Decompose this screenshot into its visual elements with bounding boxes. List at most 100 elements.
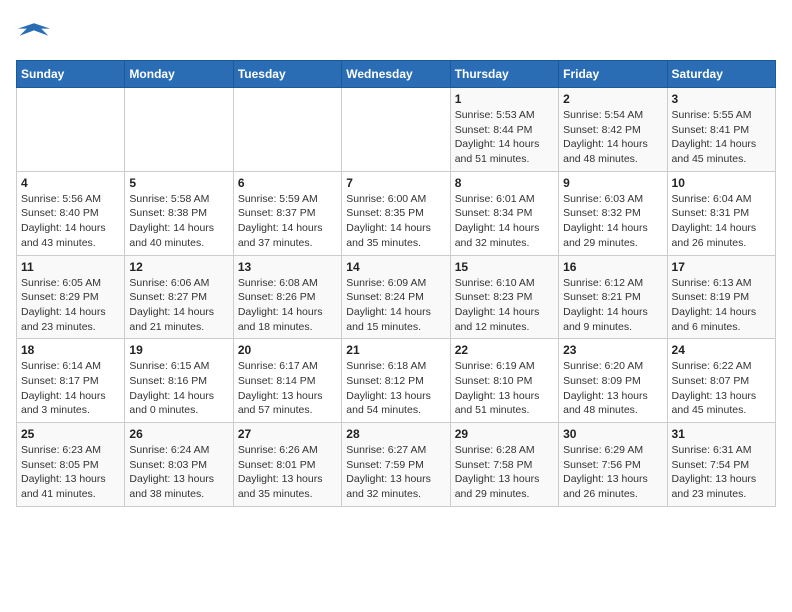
day-detail: Sunrise: 6:26 AM Sunset: 8:01 PM Dayligh…	[238, 443, 337, 502]
day-detail: Sunrise: 6:04 AM Sunset: 8:31 PM Dayligh…	[672, 192, 771, 251]
day-number: 15	[455, 260, 554, 274]
day-detail: Sunrise: 6:31 AM Sunset: 7:54 PM Dayligh…	[672, 443, 771, 502]
calendar-cell: 12 Sunrise: 6:06 AM Sunset: 8:27 PM Dayli…	[125, 255, 233, 339]
calendar-cell: 11 Sunrise: 6:05 AM Sunset: 8:29 PM Dayli…	[17, 255, 125, 339]
day-detail: Sunrise: 6:14 AM Sunset: 8:17 PM Dayligh…	[21, 359, 120, 418]
day-number: 13	[238, 260, 337, 274]
day-number: 17	[672, 260, 771, 274]
logo	[16, 16, 56, 52]
calendar-table: SundayMondayTuesdayWednesdayThursdayFrid…	[16, 60, 776, 507]
day-detail: Sunrise: 5:56 AM Sunset: 8:40 PM Dayligh…	[21, 192, 120, 251]
calendar-cell: 30 Sunrise: 6:29 AM Sunset: 7:56 PM Dayli…	[559, 423, 667, 507]
day-number: 22	[455, 343, 554, 357]
day-number: 26	[129, 427, 228, 441]
day-detail: Sunrise: 6:06 AM Sunset: 8:27 PM Dayligh…	[129, 276, 228, 335]
day-detail: Sunrise: 6:23 AM Sunset: 8:05 PM Dayligh…	[21, 443, 120, 502]
weekday-header-saturday: Saturday	[667, 61, 775, 88]
day-detail: Sunrise: 6:05 AM Sunset: 8:29 PM Dayligh…	[21, 276, 120, 335]
day-number: 18	[21, 343, 120, 357]
day-detail: Sunrise: 6:03 AM Sunset: 8:32 PM Dayligh…	[563, 192, 662, 251]
day-detail: Sunrise: 6:18 AM Sunset: 8:12 PM Dayligh…	[346, 359, 445, 418]
day-detail: Sunrise: 6:22 AM Sunset: 8:07 PM Dayligh…	[672, 359, 771, 418]
calendar-cell: 15 Sunrise: 6:10 AM Sunset: 8:23 PM Dayli…	[450, 255, 558, 339]
calendar-cell: 3 Sunrise: 5:55 AM Sunset: 8:41 PM Daylig…	[667, 88, 775, 172]
day-detail: Sunrise: 6:20 AM Sunset: 8:09 PM Dayligh…	[563, 359, 662, 418]
calendar-cell: 1 Sunrise: 5:53 AM Sunset: 8:44 PM Daylig…	[450, 88, 558, 172]
day-number: 24	[672, 343, 771, 357]
day-number: 14	[346, 260, 445, 274]
weekday-header-monday: Monday	[125, 61, 233, 88]
calendar-cell: 9 Sunrise: 6:03 AM Sunset: 8:32 PM Daylig…	[559, 171, 667, 255]
calendar-cell: 5Sunrise: 5:58 AM Sunset: 8:38 PM Daylig…	[125, 171, 233, 255]
day-number: 4	[21, 176, 120, 190]
calendar-cell: 7 Sunrise: 6:00 AM Sunset: 8:35 PM Daylig…	[342, 171, 450, 255]
calendar-week-3: 11 Sunrise: 6:05 AM Sunset: 8:29 PM Dayli…	[17, 255, 776, 339]
calendar-week-1: 1 Sunrise: 5:53 AM Sunset: 8:44 PM Daylig…	[17, 88, 776, 172]
day-number: 28	[346, 427, 445, 441]
day-number: 3	[672, 92, 771, 106]
calendar-cell: 10 Sunrise: 6:04 AM Sunset: 8:31 PM Dayli…	[667, 171, 775, 255]
day-number: 1	[455, 92, 554, 106]
calendar-week-5: 25 Sunrise: 6:23 AM Sunset: 8:05 PM Dayli…	[17, 423, 776, 507]
calendar-cell: 21 Sunrise: 6:18 AM Sunset: 8:12 PM Dayli…	[342, 339, 450, 423]
day-number: 19	[129, 343, 228, 357]
calendar-cell: 13 Sunrise: 6:08 AM Sunset: 8:26 PM Dayli…	[233, 255, 341, 339]
calendar-cell: 4 Sunrise: 5:56 AM Sunset: 8:40 PM Daylig…	[17, 171, 125, 255]
day-detail: Sunrise: 5:58 AM Sunset: 8:38 PM Dayligh…	[129, 192, 228, 251]
day-number: 16	[563, 260, 662, 274]
day-number: 29	[455, 427, 554, 441]
calendar-cell: 14 Sunrise: 6:09 AM Sunset: 8:24 PM Dayli…	[342, 255, 450, 339]
calendar-cell: 18 Sunrise: 6:14 AM Sunset: 8:17 PM Dayli…	[17, 339, 125, 423]
calendar-cell	[17, 88, 125, 172]
calendar-cell	[342, 88, 450, 172]
day-number: 31	[672, 427, 771, 441]
calendar-cell: 24 Sunrise: 6:22 AM Sunset: 8:07 PM Dayli…	[667, 339, 775, 423]
day-detail: Sunrise: 5:54 AM Sunset: 8:42 PM Dayligh…	[563, 108, 662, 167]
day-number: 25	[21, 427, 120, 441]
day-number: 20	[238, 343, 337, 357]
day-detail: Sunrise: 5:53 AM Sunset: 8:44 PM Dayligh…	[455, 108, 554, 167]
day-detail: Sunrise: 5:55 AM Sunset: 8:41 PM Dayligh…	[672, 108, 771, 167]
calendar-cell: 26Sunrise: 6:24 AM Sunset: 8:03 PM Dayli…	[125, 423, 233, 507]
day-detail: Sunrise: 6:08 AM Sunset: 8:26 PM Dayligh…	[238, 276, 337, 335]
day-number: 10	[672, 176, 771, 190]
calendar-cell: 16Sunrise: 6:12 AM Sunset: 8:21 PM Dayli…	[559, 255, 667, 339]
calendar-cell: 20Sunrise: 6:17 AM Sunset: 8:14 PM Dayli…	[233, 339, 341, 423]
day-detail: Sunrise: 6:15 AM Sunset: 8:16 PM Dayligh…	[129, 359, 228, 418]
page-header	[16, 16, 776, 52]
weekday-header-thursday: Thursday	[450, 61, 558, 88]
calendar-week-2: 4 Sunrise: 5:56 AM Sunset: 8:40 PM Daylig…	[17, 171, 776, 255]
day-number: 30	[563, 427, 662, 441]
calendar-cell: 2Sunrise: 5:54 AM Sunset: 8:42 PM Daylig…	[559, 88, 667, 172]
calendar-cell	[125, 88, 233, 172]
day-number: 27	[238, 427, 337, 441]
day-number: 11	[21, 260, 120, 274]
calendar-cell	[233, 88, 341, 172]
day-number: 6	[238, 176, 337, 190]
day-detail: Sunrise: 6:29 AM Sunset: 7:56 PM Dayligh…	[563, 443, 662, 502]
day-detail: Sunrise: 6:13 AM Sunset: 8:19 PM Dayligh…	[672, 276, 771, 335]
calendar-cell: 6Sunrise: 5:59 AM Sunset: 8:37 PM Daylig…	[233, 171, 341, 255]
calendar-cell: 27 Sunrise: 6:26 AM Sunset: 8:01 PM Dayli…	[233, 423, 341, 507]
day-detail: Sunrise: 6:10 AM Sunset: 8:23 PM Dayligh…	[455, 276, 554, 335]
logo-icon	[16, 16, 52, 52]
day-detail: Sunrise: 6:27 AM Sunset: 7:59 PM Dayligh…	[346, 443, 445, 502]
calendar-cell: 29Sunrise: 6:28 AM Sunset: 7:58 PM Dayli…	[450, 423, 558, 507]
day-number: 21	[346, 343, 445, 357]
calendar-cell: 23Sunrise: 6:20 AM Sunset: 8:09 PM Dayli…	[559, 339, 667, 423]
weekday-header-sunday: Sunday	[17, 61, 125, 88]
day-detail: Sunrise: 6:00 AM Sunset: 8:35 PM Dayligh…	[346, 192, 445, 251]
day-number: 9	[563, 176, 662, 190]
calendar-cell: 19 Sunrise: 6:15 AM Sunset: 8:16 PM Dayli…	[125, 339, 233, 423]
calendar-cell: 17 Sunrise: 6:13 AM Sunset: 8:19 PM Dayli…	[667, 255, 775, 339]
day-number: 12	[129, 260, 228, 274]
calendar-week-4: 18 Sunrise: 6:14 AM Sunset: 8:17 PM Dayli…	[17, 339, 776, 423]
day-detail: Sunrise: 6:09 AM Sunset: 8:24 PM Dayligh…	[346, 276, 445, 335]
day-number: 7	[346, 176, 445, 190]
calendar-cell: 8Sunrise: 6:01 AM Sunset: 8:34 PM Daylig…	[450, 171, 558, 255]
calendar-cell: 28 Sunrise: 6:27 AM Sunset: 7:59 PM Dayli…	[342, 423, 450, 507]
calendar-header: SundayMondayTuesdayWednesdayThursdayFrid…	[17, 61, 776, 88]
weekday-header-friday: Friday	[559, 61, 667, 88]
day-number: 8	[455, 176, 554, 190]
calendar-cell: 31 Sunrise: 6:31 AM Sunset: 7:54 PM Dayli…	[667, 423, 775, 507]
